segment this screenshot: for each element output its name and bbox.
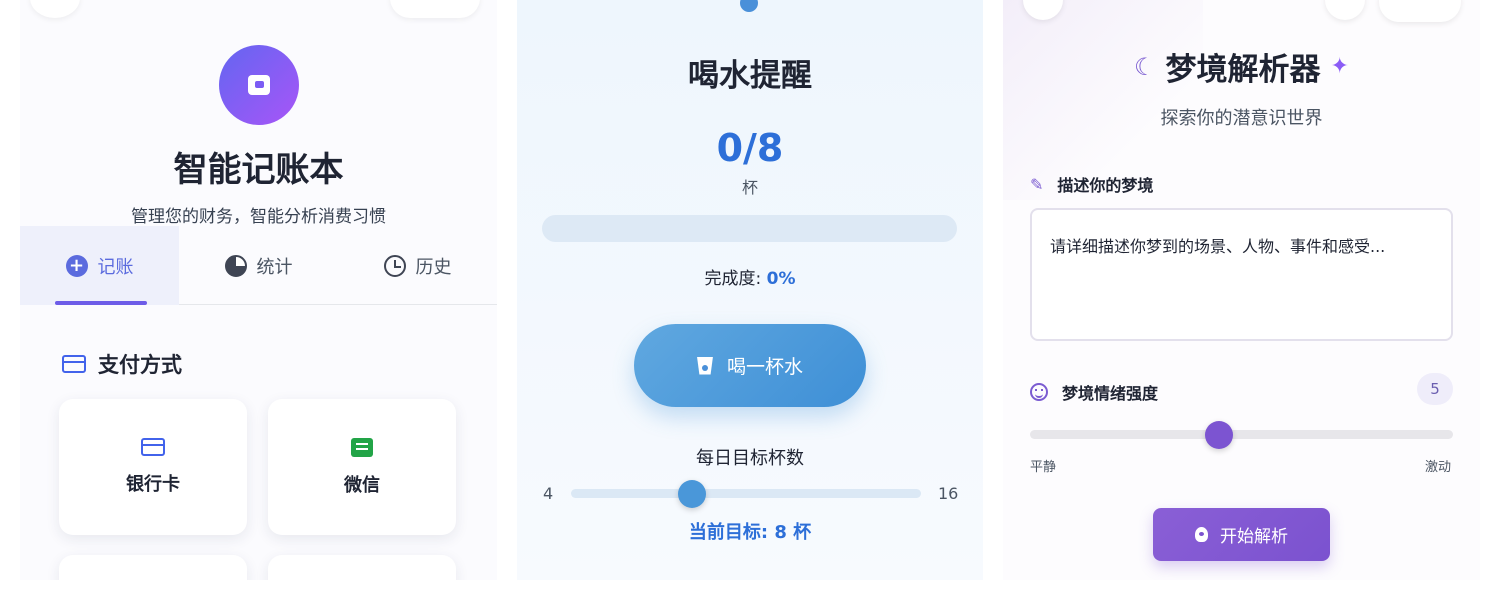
drink-water-label: 喝一杯水 (726, 356, 803, 378)
top-left-button[interactable] (30, 0, 80, 18)
cup-count: 0/8 (716, 126, 784, 170)
page-subtitle: 管理您的财务，智能分析消费习惯 (131, 207, 386, 227)
intensity-slider-track[interactable] (1030, 430, 1453, 439)
dream-intensity-text: 梦境情绪强度 (1062, 384, 1159, 403)
payment-option-label: 微信 (344, 474, 380, 496)
goal-min-label: 4 (543, 484, 554, 503)
tab-history-label: 历史 (415, 256, 452, 278)
pie-chart-icon (224, 254, 247, 277)
page-subtitle: 探索你的潜意识世界 (1160, 108, 1323, 129)
intensity-min-label: 平静 (1030, 460, 1057, 475)
page-title: 梦境解析器 (1165, 52, 1321, 88)
page-title: 智能记账本 (173, 150, 344, 190)
tab-record[interactable]: + 记账 (20, 226, 179, 305)
daily-goal-label: 每日目标杯数 (696, 448, 804, 469)
ledger-panel: 智能记账本 管理您的财务，智能分析消费习惯 + 记账 统计 历史 支付方式 银行… (20, 0, 497, 580)
active-tab-indicator (55, 301, 147, 305)
sparkle-icon: ✦ (1330, 54, 1349, 79)
goal-max-label: 16 (938, 484, 959, 503)
top-right-button[interactable] (390, 0, 480, 18)
dream-description-text: 描述你的梦境 (1057, 176, 1154, 195)
drink-water-button[interactable]: 喝一杯水 (634, 324, 866, 407)
tab-record-label: 记账 (97, 256, 134, 278)
wallet-icon (248, 75, 270, 95)
lightbulb-icon (1195, 527, 1208, 542)
tab-statistics[interactable]: 统计 (179, 226, 338, 305)
edit-icon: ✎ (1030, 174, 1044, 194)
payment-section-label: 支付方式 (98, 353, 182, 377)
water-panel: 喝水提醒 0/8 杯 完成度: 0% 喝一杯水 每日目标杯数 4 16 当前目标… (517, 0, 983, 580)
background-decoration (1003, 0, 1203, 200)
intensity-slider-thumb[interactable] (1205, 421, 1233, 449)
start-analysis-button[interactable]: 开始解析 (1153, 508, 1330, 561)
wechat-icon (351, 437, 373, 457)
cup-icon (696, 356, 713, 375)
app-logo (219, 45, 299, 125)
completion-label: 完成度: (704, 269, 767, 289)
page-title: 喝水提醒 (688, 58, 812, 94)
dream-description-label: ✎ 描述你的梦境 (1030, 172, 1153, 196)
payment-option-card[interactable] (59, 555, 247, 580)
moon-icon: ☾ (1134, 52, 1156, 81)
daily-goal-slider-thumb[interactable] (678, 480, 706, 508)
payment-option-bank-card[interactable]: 银行卡 (59, 399, 247, 535)
cup-unit: 杯 (741, 178, 758, 197)
payment-section-title: 支付方式 (62, 349, 182, 379)
intensity-max-label: 激动 (1425, 460, 1452, 475)
tab-bar: + 记账 统计 历史 (20, 226, 497, 305)
credit-card-icon (141, 438, 165, 456)
screen: 智能记账本 管理您的财务，智能分析消费习惯 + 记账 统计 历史 支付方式 银行… (0, 0, 1500, 600)
completion-value: 0% (766, 269, 796, 289)
water-progress-bar (542, 215, 957, 242)
plus-circle-icon: + (65, 254, 88, 277)
history-icon (383, 254, 406, 277)
tab-statistics-label: 统计 (256, 256, 293, 278)
dream-description-input[interactable] (1030, 208, 1453, 341)
top-pill-button[interactable] (1379, 0, 1461, 22)
smile-icon (1030, 383, 1048, 401)
payment-option-card[interactable] (268, 555, 456, 580)
payment-option-label: 银行卡 (126, 474, 180, 495)
top-icon-button[interactable] (1325, 0, 1365, 20)
water-drop-icon (740, 0, 758, 12)
payment-option-wechat[interactable]: 微信 (268, 399, 456, 535)
daily-goal-slider-track[interactable] (571, 489, 921, 498)
intensity-value-badge: 5 (1417, 373, 1453, 405)
completion-text: 完成度: 0% (517, 264, 983, 289)
tab-history[interactable]: 历史 (338, 226, 497, 305)
current-goal-text: 当前目标: 8 杯 (688, 522, 812, 543)
dream-panel: ☾ 梦境解析器 ✦ 探索你的潜意识世界 ✎ 描述你的梦境 梦境情绪强度 5 平静… (1003, 0, 1480, 580)
start-analysis-label: 开始解析 (1220, 527, 1288, 547)
page-title-row: ☾ 梦境解析器 ✦ (1003, 44, 1480, 89)
credit-card-icon (62, 355, 86, 373)
dream-intensity-label: 梦境情绪强度 (1030, 380, 1158, 404)
